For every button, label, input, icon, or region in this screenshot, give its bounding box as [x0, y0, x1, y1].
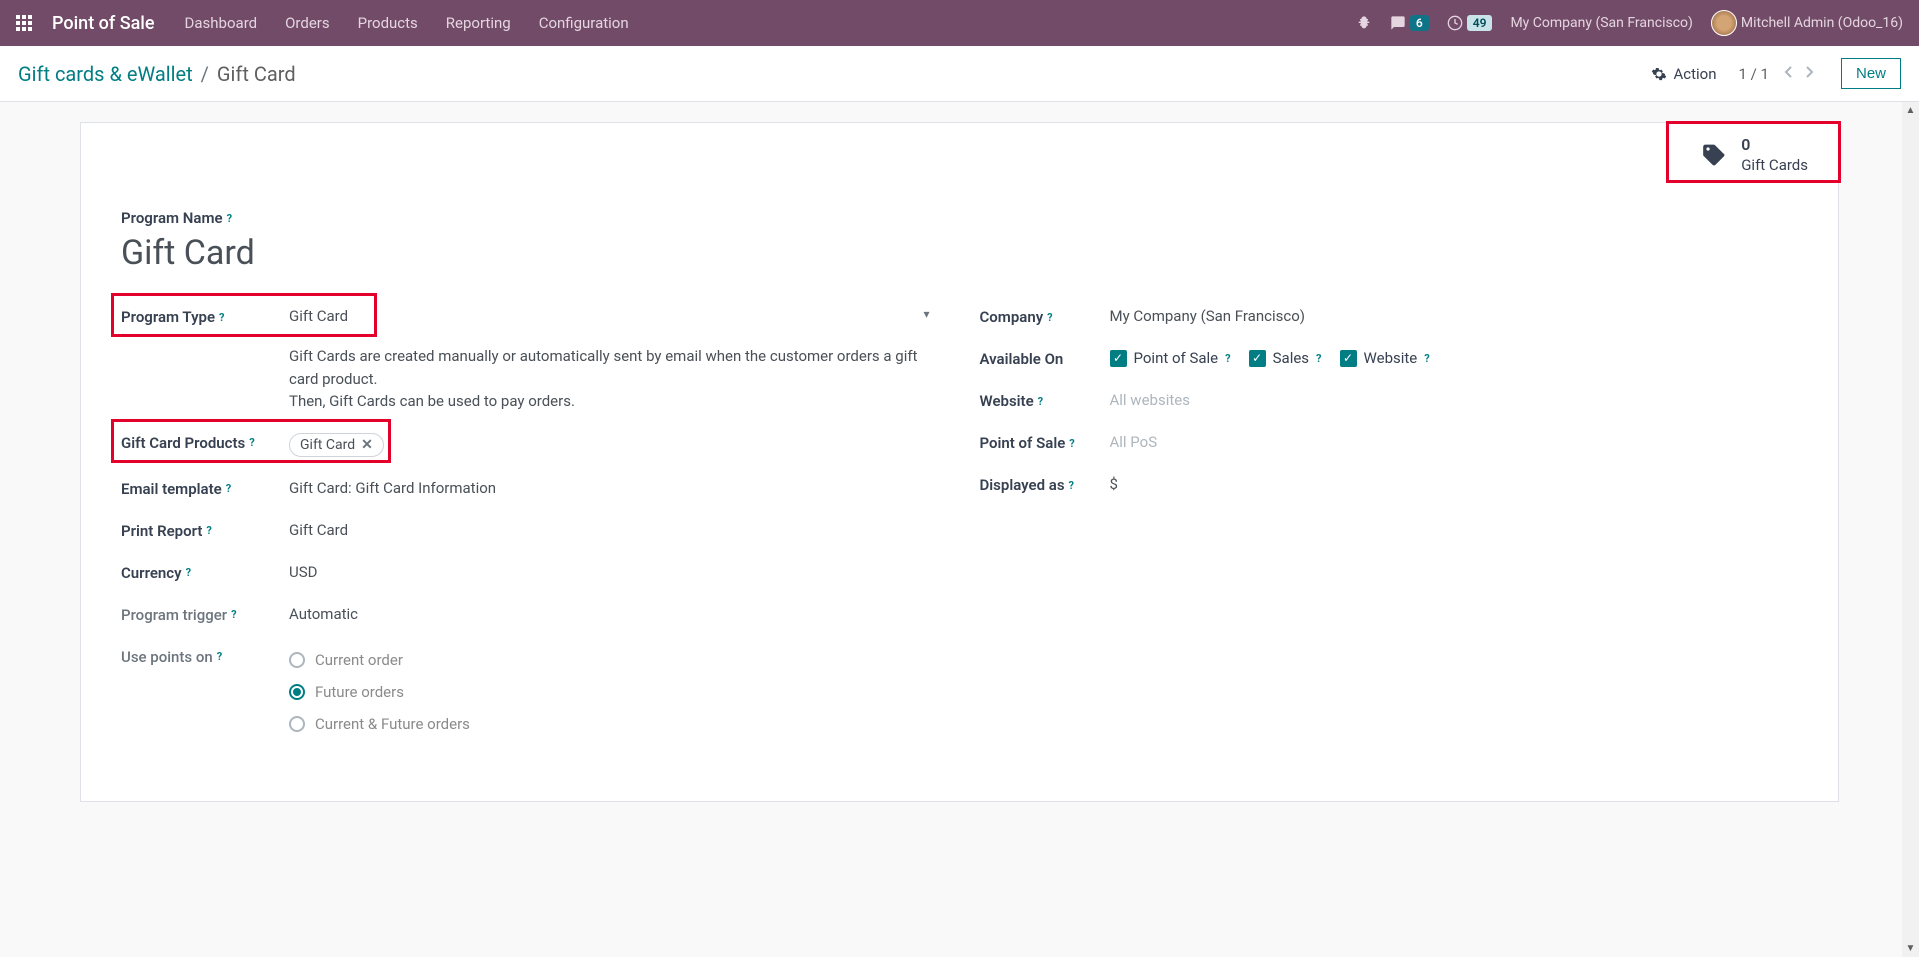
- action-dropdown[interactable]: Action: [1651, 65, 1716, 83]
- help-icon[interactable]: ?: [1069, 479, 1074, 492]
- available-on-label: Available On: [980, 350, 1064, 368]
- pager-next[interactable]: [1801, 61, 1819, 87]
- vertical-scrollbar[interactable]: ▲ ▼: [1902, 102, 1919, 957]
- pager-prev[interactable]: [1779, 61, 1797, 87]
- help-icon[interactable]: ?: [1225, 352, 1230, 365]
- nav-dashboard[interactable]: Dashboard: [185, 14, 258, 32]
- print-report-value[interactable]: Gift Card: [289, 517, 940, 539]
- gear-icon: [1651, 66, 1667, 82]
- breadcrumb: Gift cards & eWallet / Gift Card: [18, 62, 296, 86]
- radio-future-orders[interactable]: Future orders: [289, 683, 940, 701]
- gift-card-tag: Gift Card ✕: [289, 433, 384, 457]
- checkbox-icon: ✓: [1110, 350, 1127, 367]
- checkbox-point-of-sale[interactable]: ✓ Point of Sale ?: [1110, 349, 1231, 367]
- program-name-label: Program Name ?: [121, 209, 232, 227]
- nav-orders[interactable]: Orders: [285, 14, 330, 32]
- new-button[interactable]: New: [1841, 58, 1901, 89]
- help-icon[interactable]: ?: [206, 524, 211, 537]
- chevron-left-icon: [1783, 65, 1793, 79]
- print-report-label: Print Report ?: [121, 522, 212, 540]
- company-selector[interactable]: My Company (San Francisco): [1510, 15, 1692, 31]
- scroll-down-icon: ▼: [1906, 943, 1916, 954]
- nav-reporting[interactable]: Reporting: [446, 14, 511, 32]
- help-icon[interactable]: ?: [186, 566, 191, 579]
- pager-text: 1 / 1: [1738, 65, 1769, 83]
- nav-configuration[interactable]: Configuration: [539, 14, 629, 32]
- point-of-sale-value[interactable]: All PoS: [1110, 429, 1799, 451]
- help-icon[interactable]: ?: [231, 608, 236, 621]
- radio-current-order[interactable]: Current order: [289, 651, 940, 669]
- gift-card-products-label: Gift Card Products ?: [121, 434, 255, 452]
- messages-button[interactable]: 6: [1390, 15, 1429, 31]
- main-navbar: Point of Sale Dashboard Orders Products …: [0, 0, 1919, 46]
- company-label: Company ?: [980, 308, 1053, 326]
- form-left-column: Program Type ? Gift Card ▾: [121, 303, 940, 747]
- use-points-on-label: Use points on ?: [121, 648, 222, 666]
- checkbox-sales[interactable]: ✓ Sales ?: [1249, 349, 1322, 367]
- control-bar: Gift cards & eWallet / Gift Card Action …: [0, 46, 1919, 102]
- program-type-select[interactable]: Gift Card ▾: [289, 303, 940, 325]
- help-icon[interactable]: ?: [1424, 352, 1429, 365]
- nav-products[interactable]: Products: [358, 14, 418, 32]
- chevron-right-icon: [1805, 65, 1815, 79]
- point-of-sale-label: Point of Sale ?: [980, 434, 1075, 452]
- scroll-up-icon: ▲: [1906, 105, 1916, 116]
- checkbox-icon: ✓: [1249, 350, 1266, 367]
- website-label: Website ?: [980, 392, 1044, 410]
- stat-count: 0: [1741, 135, 1808, 156]
- help-icon[interactable]: ?: [217, 650, 222, 663]
- tag-icon: [1701, 142, 1727, 168]
- help-icon[interactable]: ?: [227, 212, 232, 225]
- gift-cards-stat-button[interactable]: 0 Gift Cards: [1679, 123, 1838, 187]
- email-template-label: Email template ?: [121, 480, 231, 498]
- help-icon[interactable]: ?: [1038, 395, 1043, 408]
- radio-icon: [289, 684, 305, 700]
- displayed-as-label: Displayed as ?: [980, 476, 1075, 494]
- help-icon[interactable]: ?: [1047, 311, 1052, 324]
- displayed-as-value[interactable]: $: [1110, 471, 1799, 493]
- help-icon[interactable]: ?: [1316, 352, 1321, 365]
- help-icon[interactable]: ?: [219, 311, 224, 324]
- program-name-value[interactable]: Gift Card: [121, 233, 1798, 273]
- checkbox-icon: ✓: [1340, 350, 1357, 367]
- radio-icon: [289, 716, 305, 732]
- form-sheet: 0 Gift Cards Program Name ? Gift Card: [80, 122, 1839, 802]
- radio-icon: [289, 652, 305, 668]
- currency-label: Currency ?: [121, 564, 191, 582]
- company-value[interactable]: My Company (San Francisco): [1110, 303, 1799, 325]
- website-value[interactable]: All websites: [1110, 387, 1799, 409]
- program-type-description: Gift Cards are created manually or autom…: [289, 345, 940, 413]
- user-menu[interactable]: Mitchell Admin (Odoo_16): [1711, 10, 1903, 36]
- pager: 1 / 1: [1738, 61, 1819, 87]
- app-title[interactable]: Point of Sale: [52, 13, 155, 34]
- activities-badge: 49: [1467, 15, 1493, 31]
- breadcrumb-parent[interactable]: Gift cards & eWallet: [18, 62, 193, 86]
- caret-down-icon: ▾: [923, 307, 929, 321]
- radio-current-and-future[interactable]: Current & Future orders: [289, 715, 940, 733]
- debug-icon[interactable]: [1356, 15, 1372, 31]
- apps-grid-icon[interactable]: [16, 15, 32, 31]
- stat-label: Gift Cards: [1741, 156, 1808, 176]
- email-template-value[interactable]: Gift Card: Gift Card Information: [289, 475, 940, 497]
- program-type-label: Program Type ?: [121, 308, 225, 326]
- activities-button[interactable]: 49: [1447, 15, 1493, 31]
- gift-card-products-field[interactable]: Gift Card ✕: [289, 429, 940, 457]
- program-trigger-label: Program trigger ?: [121, 606, 237, 624]
- program-trigger-value[interactable]: Automatic: [289, 601, 940, 623]
- help-icon[interactable]: ?: [1069, 437, 1074, 450]
- breadcrumb-current: Gift Card: [217, 62, 296, 86]
- checkbox-website[interactable]: ✓ Website ?: [1340, 349, 1430, 367]
- currency-value[interactable]: USD: [289, 559, 940, 581]
- tag-remove-icon[interactable]: ✕: [361, 437, 373, 453]
- help-icon[interactable]: ?: [226, 482, 231, 495]
- content-wrapper: 0 Gift Cards Program Name ? Gift Card: [0, 102, 1919, 957]
- form-right-column: Company ? My Company (San Francisco) Ava…: [980, 303, 1799, 747]
- help-icon[interactable]: ?: [249, 436, 254, 449]
- breadcrumb-separator: /: [201, 62, 209, 86]
- user-avatar-icon: [1711, 10, 1737, 36]
- messages-badge: 6: [1410, 15, 1429, 31]
